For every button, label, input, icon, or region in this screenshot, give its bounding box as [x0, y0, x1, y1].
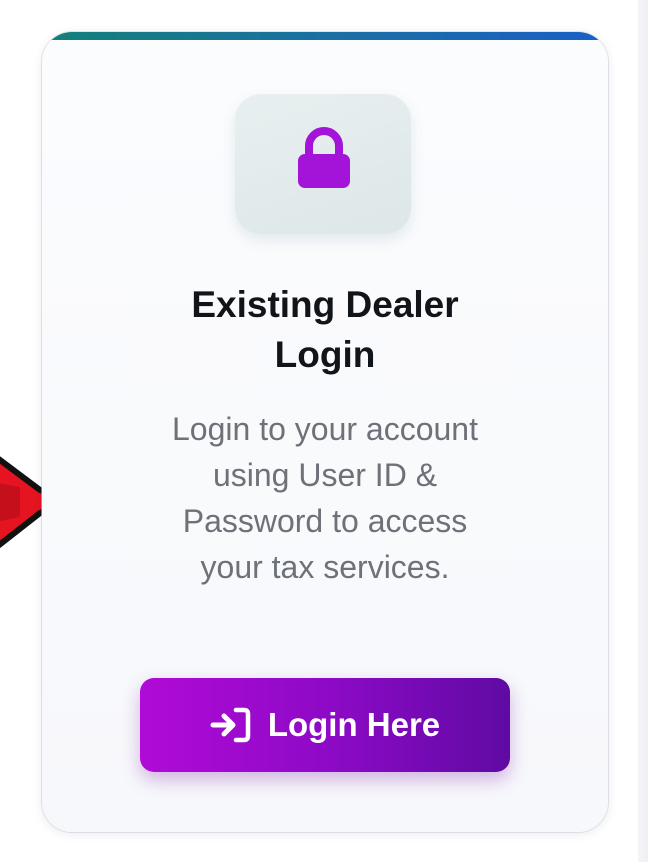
sign-in-icon	[210, 707, 251, 743]
card-description-line-3: Password to access	[182, 503, 468, 539]
page: Existing Dealer Login Login to your acco…	[0, 0, 648, 862]
login-here-button[interactable]: Login Here	[140, 678, 510, 772]
card-accent-bar	[42, 32, 608, 40]
page-edge-divider	[638, 0, 648, 862]
card-description-line-1: Login to your account	[172, 411, 478, 447]
lock-icon	[298, 127, 350, 188]
card-description: Login to your account using User ID & Pa…	[102, 406, 548, 590]
card-title-line-2: Login	[274, 334, 376, 375]
dealer-login-card: Existing Dealer Login Login to your acco…	[42, 32, 608, 832]
login-here-button-label: Login Here	[267, 706, 441, 743]
card-title-line-1: Existing Dealer	[191, 284, 459, 325]
card-title: Existing Dealer Login	[42, 280, 608, 380]
card-description-line-2: using User ID &	[212, 457, 438, 493]
card-description-line-4: your tax services.	[200, 549, 450, 585]
lock-icon-tile	[235, 94, 411, 234]
